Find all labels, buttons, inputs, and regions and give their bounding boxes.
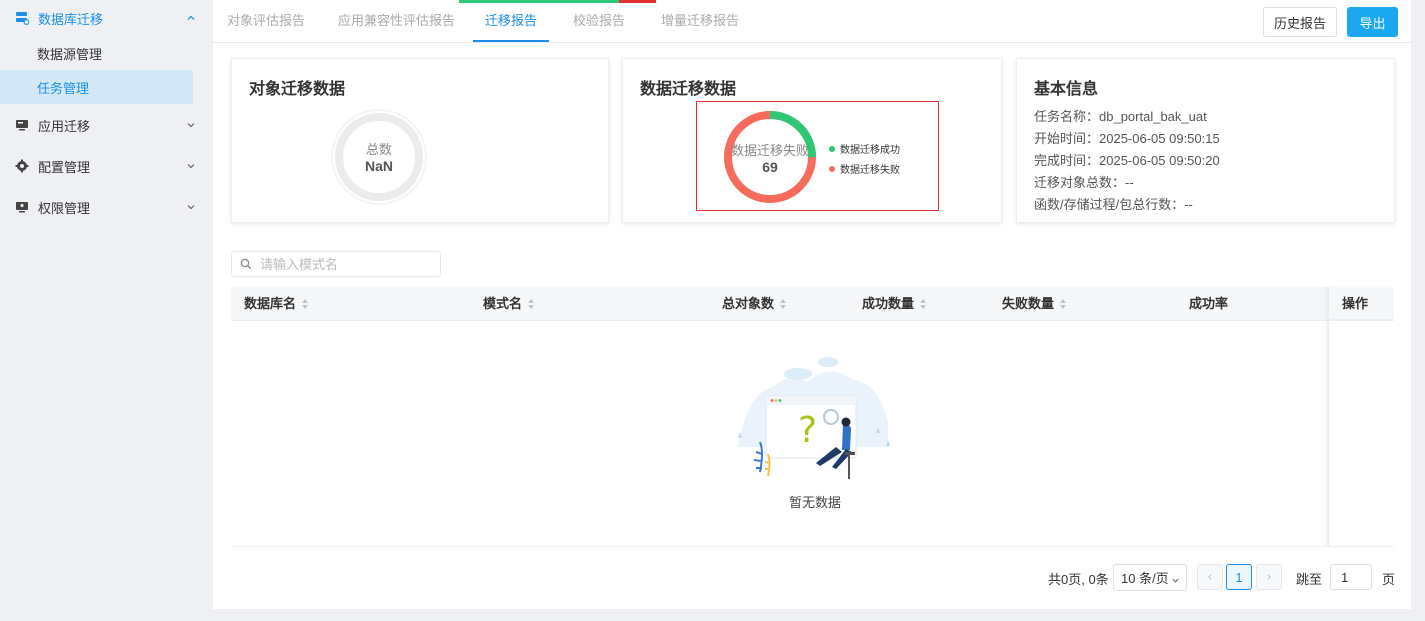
chevron-right-icon	[1267, 574, 1271, 580]
sidebar-item-label: 任务管理	[37, 80, 90, 96]
card-title: 数据迁移数据	[640, 81, 737, 98]
data-migration-card: 数据迁移数据 数据迁移失败 69 数据迁移成功 数据迁移失败	[622, 58, 1002, 223]
legend-fail: 数据迁移失败	[829, 161, 900, 176]
svg-text:?: ?	[798, 410, 817, 451]
column-header-label: 成功率	[1189, 296, 1229, 311]
sidebar-group-app-migration[interactable]: 应用迁移	[0, 107, 207, 143]
column-header-label: 失败数量	[1002, 296, 1055, 311]
sidebar-group-label: 数据库迁移	[38, 11, 104, 27]
monitor-icon	[14, 117, 30, 133]
tab-object-assessment[interactable]: 对象评估报告	[227, 0, 305, 42]
object-migration-card: 对象迁移数据 总数 NaN	[231, 58, 609, 223]
empty-state-text: 暂无数据	[789, 495, 842, 510]
schema-search	[231, 251, 441, 277]
search-input[interactable]	[258, 255, 422, 273]
table-bottom-border	[231, 546, 1394, 547]
page-suffix: 页	[1382, 572, 1396, 587]
sidebar-item-datasource[interactable]: 数据源管理	[0, 36, 193, 70]
tab-app-compat-assessment[interactable]: 应用兼容性评估报告	[338, 0, 455, 42]
page-size-value: 10 条/页	[1121, 571, 1169, 586]
sidebar-item-label: 数据源管理	[37, 46, 103, 62]
card-title: 对象迁移数据	[249, 81, 346, 98]
sidebar-group-label: 配置管理	[38, 159, 91, 175]
chevron-left-icon	[1208, 574, 1212, 580]
column-header-schema[interactable]: 模式名	[483, 287, 535, 320]
report-panel: 对象评估报告 应用兼容性评估报告 迁移报告 校验报告 增量迁移报告 历史报告 导…	[213, 0, 1411, 609]
report-tabs: 对象评估报告 应用兼容性评估报告 迁移报告 校验报告 增量迁移报告	[213, 0, 1411, 43]
column-header-fail-count[interactable]: 失败数量	[1002, 287, 1067, 320]
legend-label: 数据迁移成功	[840, 145, 900, 156]
sidebar-group-label: 应用迁移	[38, 118, 91, 134]
info-end-time: 完成时间：2025-06-05 09:50:20	[1034, 153, 1220, 168]
jump-label: 跳至	[1296, 572, 1323, 587]
export-button[interactable]: 导出	[1347, 7, 1398, 37]
sidebar-group-db-migration[interactable]: 数据库迁移	[0, 0, 207, 36]
sort-icon	[302, 298, 309, 309]
tab-verification-report[interactable]: 校验报告	[573, 0, 625, 42]
info-function-lines: 函数/存储过程/包总行数：--	[1034, 197, 1193, 212]
column-header-success-rate: 成功率	[1189, 287, 1228, 320]
donut-total-value: NaN	[364, 158, 393, 174]
legend-dot	[829, 165, 835, 172]
empty-state-illustration: ?	[738, 357, 890, 479]
column-header-database[interactable]: 数据库名	[244, 287, 309, 320]
sidebar: 数据库迁移 数据源管理 任务管理 应用迁移 配置管理 权限管理	[0, 0, 195, 240]
sidebar-group-label: 权限管理	[38, 200, 91, 216]
next-page-button[interactable]	[1256, 564, 1282, 590]
chevron-up-icon	[185, 12, 197, 24]
sort-icon	[1060, 298, 1067, 309]
basic-info-card: 基本信息 任务名称：db_portal_bak_uat 开始时间：2025-06…	[1016, 58, 1395, 223]
legend-success: 数据迁移成功	[829, 141, 900, 156]
page-size-select[interactable]: 10 条/页	[1113, 564, 1187, 591]
column-header-total-objects[interactable]: 总对象数	[722, 287, 787, 320]
monitor-user-icon	[14, 199, 30, 215]
tab-incremental-report[interactable]: 增量迁移报告	[661, 0, 739, 42]
gear-icon	[14, 158, 30, 174]
info-start-time: 开始时间：2025-06-05 09:50:15	[1034, 131, 1220, 146]
pagination-total: 共0页, 0条	[1048, 572, 1109, 587]
chevron-down-icon	[185, 119, 197, 131]
sort-icon	[528, 298, 535, 309]
search-icon	[240, 258, 252, 270]
legend-dot	[829, 145, 835, 152]
chevron-down-icon	[185, 160, 197, 172]
donut-center-value: 69	[762, 159, 778, 175]
legend-label: 数据迁移失败	[840, 165, 900, 176]
sidebar-group-permission[interactable]: 权限管理	[0, 189, 207, 225]
prev-page-button[interactable]	[1197, 564, 1223, 590]
column-header-action: 操作	[1329, 287, 1394, 320]
sidebar-group-config[interactable]: 配置管理	[0, 148, 207, 184]
fixed-action-column: 操作	[1327, 287, 1396, 546]
table-header: 数据库名 模式名 总对象数 成功数量 失败数量 成功率	[231, 287, 1394, 321]
sidebar-item-task-management[interactable]: 任务管理	[0, 70, 193, 104]
column-header-label: 成功数量	[862, 296, 915, 311]
chevron-down-icon	[1171, 573, 1180, 588]
donut-center-label: 数据迁移失败	[730, 143, 809, 158]
donut-total-label: 总数	[365, 142, 392, 157]
column-header-label: 数据库名	[244, 296, 297, 311]
sort-icon	[920, 298, 927, 309]
history-report-button[interactable]: 历史报告	[1263, 7, 1337, 37]
sort-icon	[780, 298, 787, 309]
column-header-success-count[interactable]: 成功数量	[862, 287, 927, 320]
column-header-label: 模式名	[483, 296, 523, 311]
info-task-name: 任务名称：db_portal_bak_uat	[1034, 109, 1207, 124]
column-header-label: 总对象数	[722, 296, 775, 311]
page-number-button[interactable]: 1	[1226, 564, 1252, 590]
jump-page-input[interactable]	[1330, 564, 1372, 590]
info-object-total: 迁移对象总数：--	[1034, 175, 1134, 190]
database-icon	[14, 10, 30, 26]
card-title: 基本信息	[1034, 81, 1099, 98]
chevron-down-icon	[185, 201, 197, 213]
tab-migration-report[interactable]: 迁移报告	[472, 0, 550, 42]
